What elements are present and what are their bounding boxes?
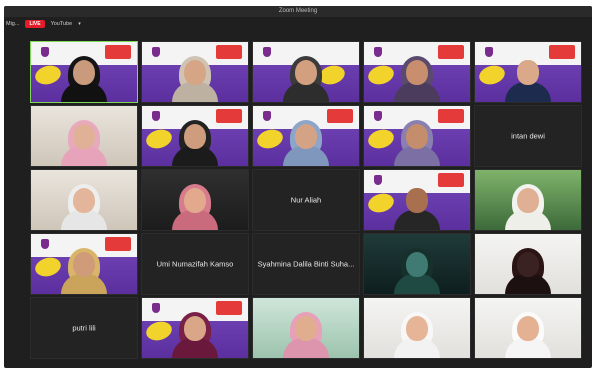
video-tile[interactable] [363,169,471,231]
lets-go-global-sticker [255,126,285,152]
video-tile[interactable] [474,233,582,295]
video-tile[interactable] [474,297,582,359]
university-crest-icon [263,47,271,57]
banner-graphic [105,45,131,59]
video-tile-camera-off[interactable]: putri lili [30,297,138,359]
lets-go-global-sticker [366,62,396,88]
participant-name: intan dewi [511,131,545,141]
participant-video [283,312,329,358]
university-crest-icon [485,47,493,57]
participant-video [505,60,551,102]
video-tile[interactable] [363,41,471,103]
university-crest-icon [152,303,160,313]
university-crest-icon [374,111,382,121]
banner-graphic [549,45,575,59]
banner-graphic [105,237,131,251]
title-bar: Zoom Meeting [4,6,592,17]
participant-video [172,120,218,166]
video-tile-camera-off[interactable]: intan dewi [474,105,582,167]
lets-go-global-sticker [144,126,174,152]
video-tile-camera-off[interactable]: Syahmina Dalila Binti Suha... [252,233,360,295]
participant-video [283,120,329,166]
video-tile[interactable] [363,105,471,167]
participant-video [283,56,329,102]
participant-video [505,184,551,230]
participant-video [394,312,440,358]
banner-graphic [216,301,242,315]
participant-video [172,184,218,230]
lets-go-global-sticker [366,190,396,216]
chevron-down-icon[interactable]: ▾ [78,21,81,27]
video-tile[interactable] [252,297,360,359]
video-tile[interactable] [474,41,582,103]
participant-video [61,184,107,230]
lets-go-global-sticker [33,254,63,280]
participant-video [61,120,107,166]
youtube-stream-label[interactable]: YouTube [51,21,73,27]
banner-graphic [438,45,464,59]
video-tile[interactable] [252,105,360,167]
live-badge[interactable]: LIVE [25,20,45,28]
video-tile[interactable] [141,105,249,167]
participant-video [61,248,107,294]
university-crest-icon [152,47,160,57]
participant-name: Syahmina Dalila Binti Suha... [257,259,355,269]
university-crest-icon [41,47,49,57]
video-tile[interactable] [141,169,249,231]
participant-video [172,312,218,358]
university-crest-icon [41,239,49,249]
banner-graphic [438,109,464,123]
participant-video [505,248,551,294]
participant-video [394,56,440,102]
video-tile[interactable] [474,169,582,231]
lets-go-global-sticker [366,126,396,152]
banner-graphic [216,45,242,59]
video-tile[interactable] [30,169,138,231]
banner-graphic [327,109,353,123]
video-tile-camera-off[interactable]: Nur Aliah [252,169,360,231]
gallery-grid: intan dewi Nur Aliah Umi Numazifah Kamso… [30,41,584,361]
participant-name: putri lili [72,323,96,333]
banner-graphic [216,109,242,123]
participant-video [394,188,440,230]
participant-video [394,120,440,166]
university-crest-icon [263,111,271,121]
toolbar-left-label: Mig... [6,21,20,27]
video-tile[interactable] [141,297,249,359]
university-crest-icon [374,175,382,185]
lets-go-global-sticker [477,62,507,88]
video-tile[interactable] [252,41,360,103]
university-crest-icon [374,47,382,57]
lets-go-global-sticker [33,62,63,88]
video-tile-camera-off[interactable]: Umi Numazifah Kamso [141,233,249,295]
video-tile[interactable] [30,41,138,103]
participant-name: Nur Aliah [290,195,322,205]
participant-name: Umi Numazifah Kamso [156,259,234,269]
banner-graphic [438,173,464,187]
video-tile[interactable] [30,233,138,295]
video-tile[interactable] [141,41,249,103]
lets-go-global-sticker [144,318,174,344]
video-tile[interactable] [30,105,138,167]
video-tile[interactable] [363,297,471,359]
participant-video [172,56,218,102]
video-tile-avatar-image[interactable] [363,233,471,295]
top-toolbar: Mig... LIVE YouTube ▾ [4,18,81,30]
participant-video [505,312,551,358]
participant-video [61,56,107,102]
university-crest-icon [152,111,160,121]
zoom-window: Zoom Meeting Mig... LIVE YouTube ▾ intan… [4,6,592,368]
window-title: Zoom Meeting [278,8,318,14]
anime-avatar-image [394,248,440,294]
